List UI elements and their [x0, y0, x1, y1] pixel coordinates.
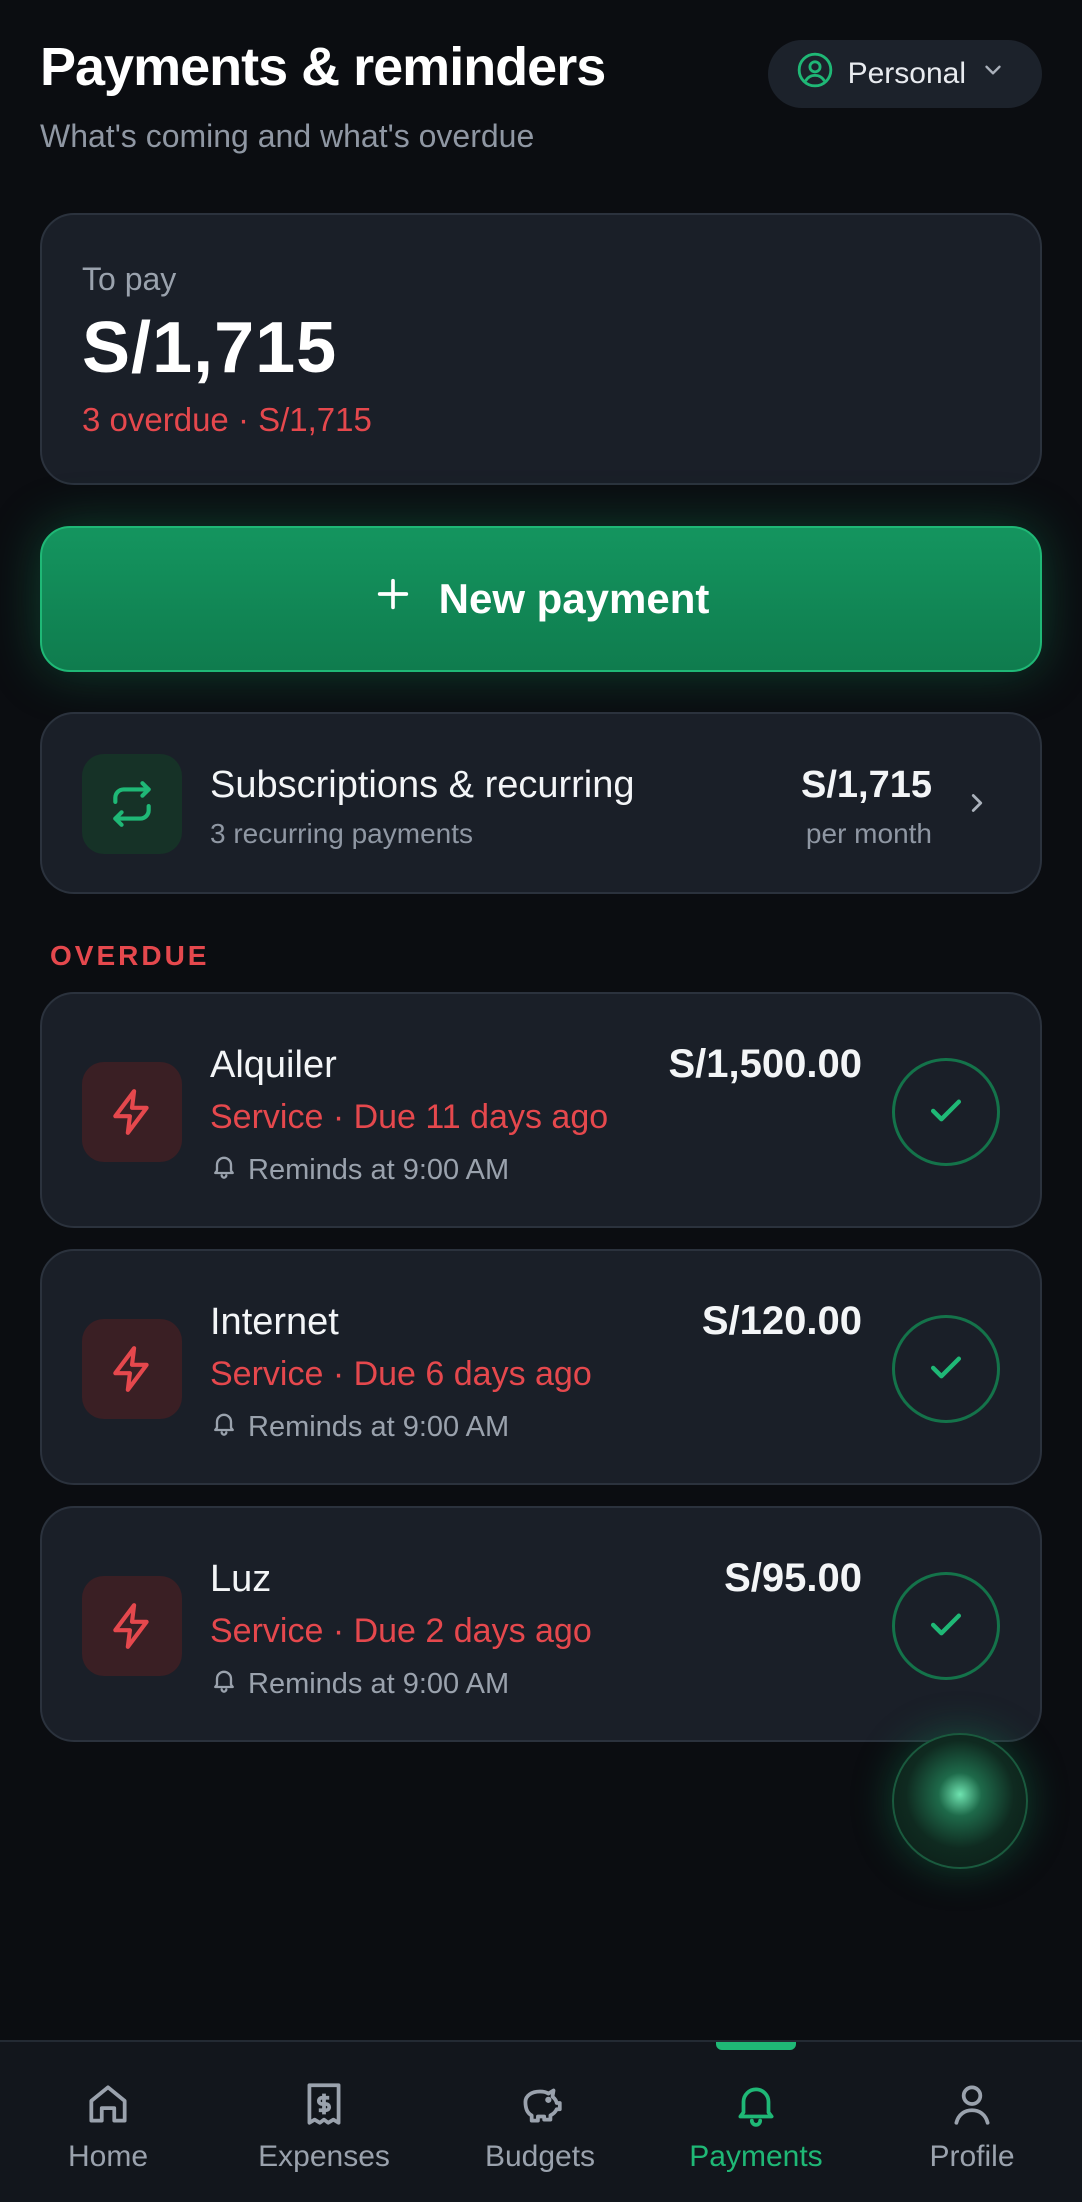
home-icon — [83, 2078, 133, 2130]
page-title: Payments & reminders — [40, 37, 606, 97]
piggy-bank-icon — [515, 2078, 565, 2130]
payment-amount: S/95.00 — [724, 1556, 862, 1600]
payment-name: Internet — [210, 1301, 339, 1343]
payment-card[interactable]: Luz Service · Due 2 days ago Reminds at … — [40, 1506, 1042, 1742]
payment-reminder: Reminds at 9:00 AM — [210, 1666, 509, 1702]
subscriptions-period: per month — [805, 818, 932, 849]
subscriptions-amount: S/1,715 — [801, 764, 932, 806]
lightning-icon — [82, 1062, 182, 1162]
lightning-icon — [82, 1319, 182, 1419]
payment-reminder-text: Reminds at 9:00 AM — [248, 1667, 510, 1700]
plus-icon — [373, 574, 413, 624]
tab-payments[interactable]: Payments — [648, 2042, 864, 2202]
tab-profile[interactable]: Profile — [864, 2042, 1080, 2202]
mark-paid-button[interactable] — [892, 1315, 1000, 1423]
to-pay-label: To pay — [82, 261, 177, 297]
payment-reminder-text: Reminds at 9:00 AM — [248, 1410, 510, 1443]
bell-icon — [210, 1666, 238, 1702]
payment-amount: S/1,500.00 — [668, 1042, 863, 1086]
header: Payments & reminders What's coming and w… — [40, 36, 1042, 166]
tab-home[interactable]: Home — [0, 2042, 216, 2202]
check-icon — [924, 1345, 968, 1394]
bell-icon — [731, 2078, 781, 2130]
payment-card[interactable]: Internet Service · Due 6 days ago Remind… — [40, 1249, 1042, 1485]
new-payment-label: New payment — [438, 575, 710, 622]
repeat-icon — [82, 754, 182, 854]
payment-reminder: Reminds at 9:00 AM — [210, 1409, 509, 1445]
bell-icon — [210, 1409, 238, 1445]
chevron-down-icon — [980, 57, 1006, 91]
profile-label: Personal — [847, 57, 966, 90]
tab-label: Payments — [689, 2140, 823, 2173]
profile-switcher[interactable]: Personal — [767, 40, 1042, 108]
payment-due-status: Service · Due 11 days ago — [210, 1098, 609, 1136]
tab-label: Profile — [929, 2140, 1015, 2173]
check-icon — [924, 1602, 968, 1651]
lightning-icon — [82, 1576, 182, 1676]
page-subtitle: What's coming and what's overdue — [40, 118, 535, 154]
chevron-right-icon — [962, 788, 992, 823]
mark-paid-button[interactable] — [892, 1058, 1000, 1166]
payment-name: Alquiler — [210, 1044, 337, 1086]
payment-due-status: Service · Due 6 days ago — [210, 1355, 592, 1393]
new-payment-button[interactable]: New payment — [40, 526, 1042, 672]
subscriptions-title: Subscriptions & recurring — [210, 764, 635, 806]
active-tab-indicator — [716, 2042, 796, 2050]
to-pay-summary-card: To pay S/1,715 3 overdue · S/1,715 — [40, 213, 1042, 485]
payment-reminder-text: Reminds at 9:00 AM — [248, 1153, 510, 1186]
bell-icon — [210, 1152, 238, 1188]
tab-label: Expenses — [258, 2140, 390, 2173]
tab-label: Budgets — [484, 2140, 596, 2173]
payment-name: Luz — [210, 1558, 272, 1600]
to-pay-amount: S/1,715 — [82, 308, 338, 388]
tab-expenses[interactable]: Expenses — [216, 2042, 432, 2202]
mark-paid-button[interactable] — [892, 1572, 1000, 1680]
tab-budgets[interactable]: Budgets — [432, 2042, 648, 2202]
floating-action-button[interactable] — [892, 1733, 1028, 1869]
payment-amount: S/120.00 — [701, 1299, 862, 1343]
payment-due-status: Service · Due 2 days ago — [210, 1612, 592, 1650]
user-icon — [947, 2078, 997, 2130]
subscriptions-subtitle: 3 recurring payments — [210, 818, 474, 849]
bottom-tab-bar: Home Expenses Budgets Payments Profile — [0, 2040, 1082, 2202]
overdue-section-label: OVERDUE — [50, 940, 210, 971]
check-icon — [924, 1088, 968, 1137]
tab-label: Home — [67, 2140, 149, 2173]
user-circle-icon — [796, 51, 834, 97]
payment-reminder: Reminds at 9:00 AM — [210, 1152, 509, 1188]
overdue-summary: 3 overdue · S/1,715 — [82, 401, 372, 438]
receipt-icon — [299, 2078, 349, 2130]
subscriptions-recurring-row[interactable]: Subscriptions & recurring 3 recurring pa… — [40, 712, 1042, 894]
payment-card[interactable]: Alquiler Service · Due 11 days ago Remin… — [40, 992, 1042, 1228]
